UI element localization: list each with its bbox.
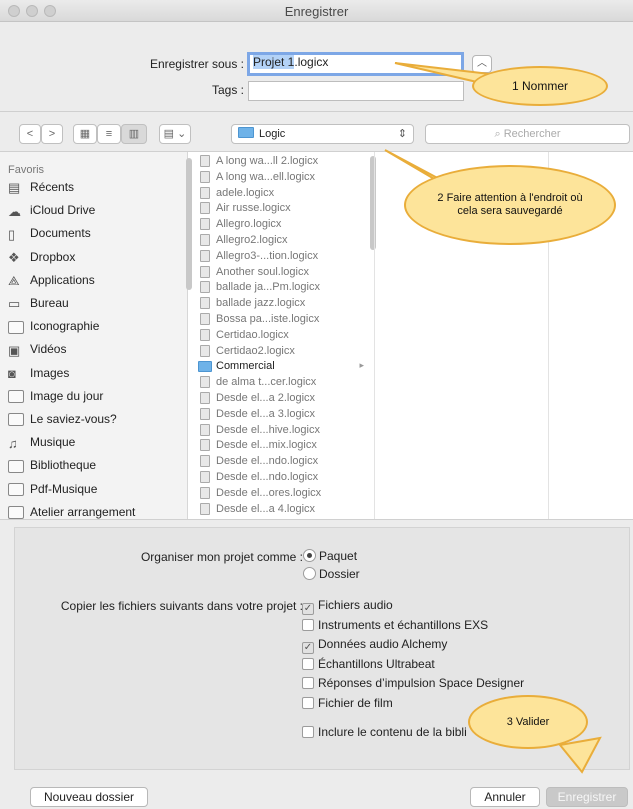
annotation-bubble-1: 1 Nommer <box>472 66 608 106</box>
pointer-tail-3 <box>558 736 602 774</box>
annotation-pointers <box>384 62 602 774</box>
annotation-bubble-2: 2 Faire attention à l'endroit où cela se… <box>404 165 616 245</box>
annotation-bubble-3: 3 Valider <box>468 695 588 749</box>
